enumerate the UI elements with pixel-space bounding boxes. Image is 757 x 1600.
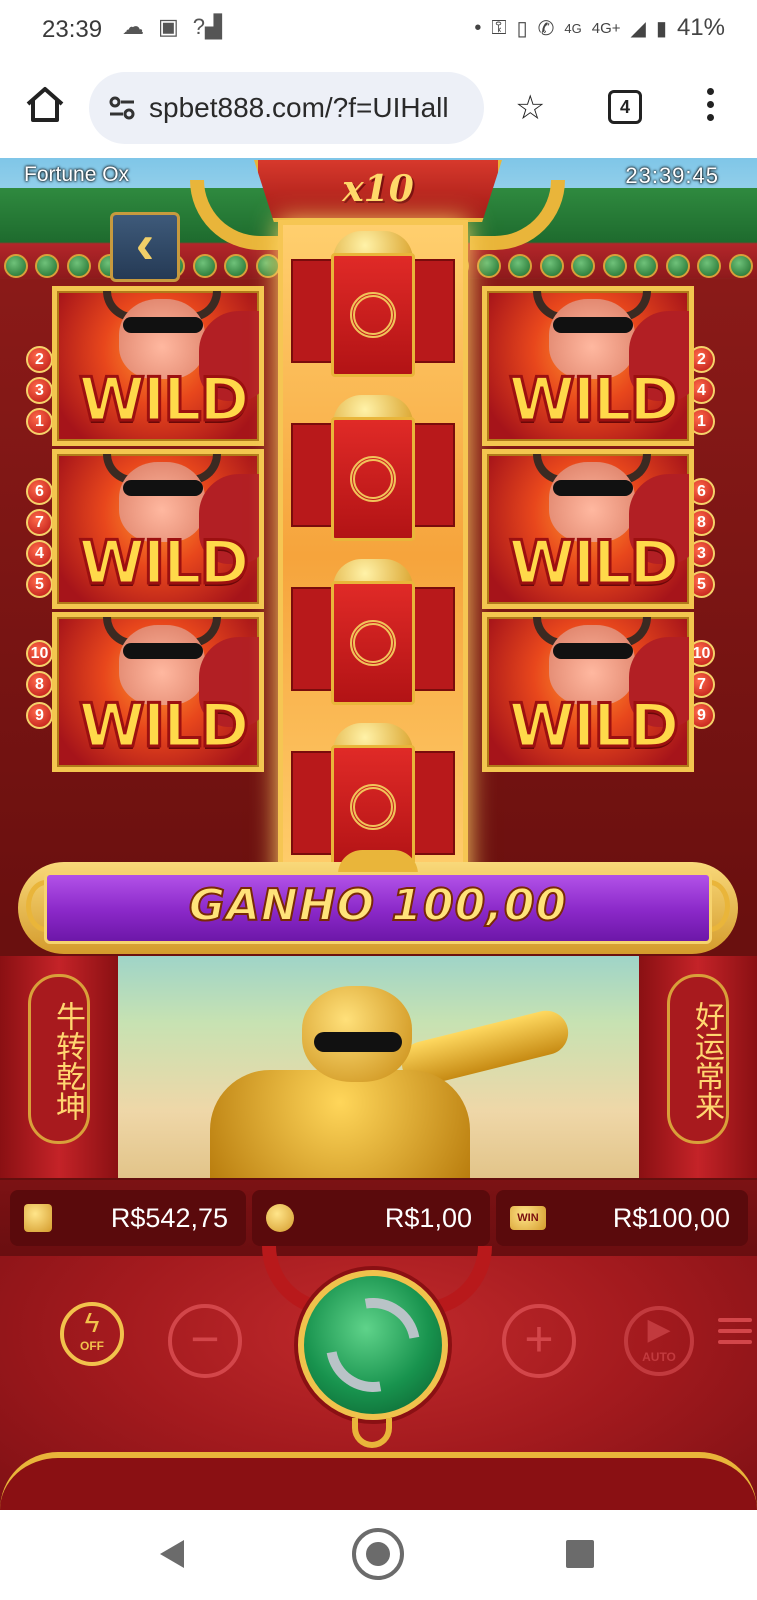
browser-toolbar: spbet888.com/?f=UIHall ☆ 4 <box>0 58 757 158</box>
autoplay-button[interactable]: ▶ AUTO <box>624 1306 694 1376</box>
win-icon: WIN <box>510 1206 546 1230</box>
home-icon[interactable] <box>22 82 68 128</box>
status-time: 23:39 <box>42 16 103 43</box>
site-settings-icon[interactable] <box>109 96 135 120</box>
win-multiplier: x10 <box>254 160 502 222</box>
battery-level: 41% <box>676 14 725 41</box>
wild-symbol: WILD <box>482 449 694 609</box>
spin-button[interactable] <box>298 1270 448 1420</box>
couplet-right: 好运常来 <box>667 974 729 1144</box>
game-clock: 23:39:45 <box>625 163 719 188</box>
cloud-icon: ☁ <box>122 14 144 39</box>
dot-icon: • <box>474 16 482 39</box>
refresh-arrows-icon <box>307 1279 439 1411</box>
back-arrow-button[interactable]: ‹ <box>110 212 180 282</box>
decrease-bet-button[interactable]: − <box>168 1304 242 1378</box>
wild-symbol: WILD <box>482 286 694 446</box>
game-title: Fortune Ox <box>24 163 130 186</box>
floor-trim <box>0 1452 757 1510</box>
game-canvas[interactable]: Fortune Ox 23:39:45 x10 ‹ 2 3 1 6 7 4 5 … <box>0 158 757 1510</box>
home-circle-icon[interactable] <box>352 1528 404 1580</box>
golden-ox-dab-icon <box>210 986 573 1178</box>
increase-bet-button[interactable]: + <box>502 1304 576 1378</box>
bet-display[interactable]: R$1,00 <box>252 1190 490 1246</box>
recents-icon[interactable] <box>566 1540 594 1568</box>
wild-symbol: WILD <box>482 612 694 772</box>
wild-symbol: WILD <box>52 612 264 772</box>
back-icon[interactable] <box>160 1540 184 1568</box>
wild-symbol: WILD <box>52 286 264 446</box>
url-text: spbet888.com/?f=UIHall <box>149 92 449 123</box>
system-nav-bar <box>0 1510 757 1600</box>
reel-center <box>278 220 468 892</box>
spin-controls: ϟ OFF − + ▶ AUTO <box>0 1246 757 1510</box>
paylines-left-row-1: 2 3 1 <box>26 346 54 439</box>
ring-ornament-icon <box>352 1418 392 1448</box>
red-envelope-icon <box>283 393 463 553</box>
coin-stack-icon <box>266 1204 294 1232</box>
more-vert-icon[interactable] <box>706 88 716 128</box>
reel-right: WILD WILD WILD <box>482 286 702 775</box>
balance-display: R$542,75 <box>10 1190 246 1246</box>
last-win-display: WIN R$100,00 <box>496 1190 748 1246</box>
wild-symbol: WILD <box>52 449 264 609</box>
red-envelope-icon <box>283 229 463 389</box>
red-envelope-icon <box>283 557 463 717</box>
app-notification-icon: ▣ <box>158 14 179 39</box>
win-banner: GANHO 100,00 <box>18 850 738 954</box>
turbo-toggle-button[interactable]: ϟ OFF <box>60 1302 124 1366</box>
no-signal-icon: ?▟ <box>192 14 222 39</box>
battery-icon: ▮ <box>655 17 667 40</box>
signal-icon: ◢ <box>630 17 646 40</box>
pillar-left: 牛转乾坤 <box>0 956 118 1178</box>
network-label-4g: 4G <box>564 20 582 36</box>
reel-left: WILD WILD WILD <box>52 286 272 775</box>
win-amount: GANHO 100,00 <box>188 879 568 932</box>
paylines-left-row-2: 6 7 4 5 <box>26 478 54 602</box>
network-label-4g-plus: 4G+ <box>591 19 621 37</box>
tabs-icon[interactable]: 4 <box>608 90 642 124</box>
key-icon: ⚿ <box>491 16 507 39</box>
wallet-icon <box>24 1204 52 1232</box>
bookmark-star-icon[interactable]: ☆ <box>515 91 545 125</box>
lightning-icon: ϟ <box>84 1307 100 1338</box>
couplet-left: 牛转乾坤 <box>28 974 90 1144</box>
address-bar[interactable]: spbet888.com/?f=UIHall <box>89 72 484 144</box>
vibrate-icon: ▯ <box>516 17 528 40</box>
celebration-scene: 牛转乾坤 好运常来 <box>0 956 757 1178</box>
paylines-left-row-3: 10 8 9 <box>26 640 54 733</box>
balance-bar: R$542,75 R$1,00 WIN R$100,00 <box>0 1180 757 1256</box>
wifi-calling-icon: ✆ <box>537 17 555 40</box>
status-bar: 23:39 ☁ ▣ ?▟ • ⚿ ▯ ✆ 4G 4G+ ◢ ▮ 41% <box>0 0 757 58</box>
play-icon: ▶ <box>647 1313 671 1346</box>
game-menu-icon[interactable] <box>718 1318 752 1351</box>
pillar-right: 好运常来 <box>639 956 757 1178</box>
